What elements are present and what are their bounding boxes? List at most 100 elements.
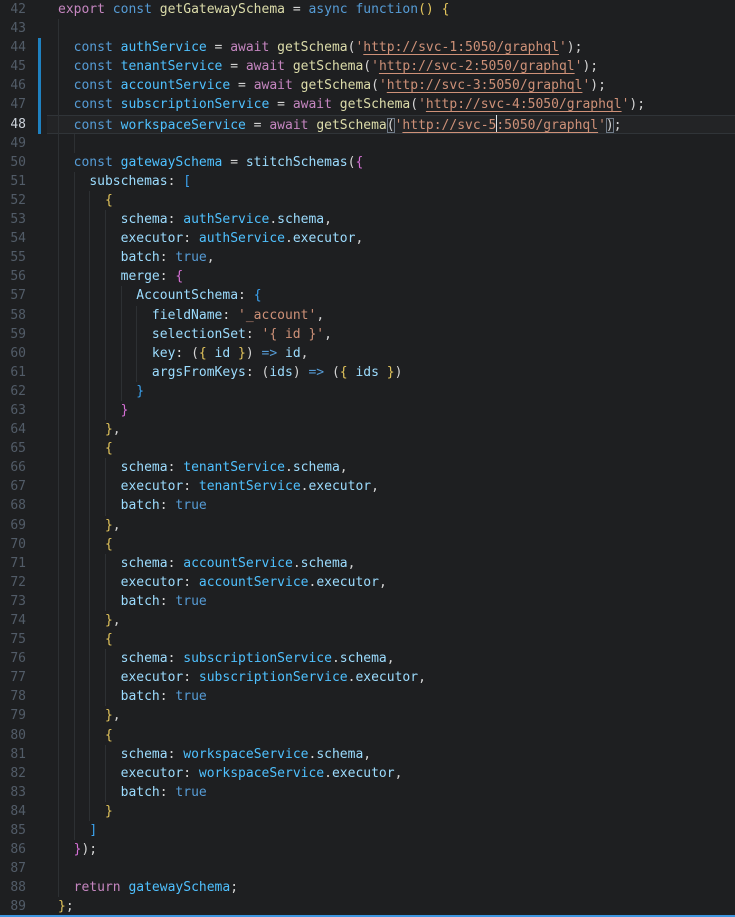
code-line[interactable]: 59 selectionSet: '{ id }',	[0, 325, 735, 344]
code-line[interactable]: 43	[0, 19, 735, 38]
code-line[interactable]: 53 schema: authService.schema,	[0, 210, 735, 229]
gutter[interactable]: 53	[0, 210, 47, 229]
gutter[interactable]: 66	[0, 458, 47, 477]
gutter[interactable]: 47	[0, 95, 47, 114]
line-number[interactable]: 82	[0, 764, 26, 783]
gutter[interactable]: 86	[0, 840, 47, 859]
line-number[interactable]: 51	[0, 172, 26, 191]
gutter[interactable]: 84	[0, 802, 47, 821]
line-number[interactable]: 53	[0, 210, 26, 229]
gutter[interactable]: 60	[0, 344, 47, 363]
code-line[interactable]: 46 const accountService = await getSchem…	[0, 76, 735, 95]
gutter[interactable]: 54	[0, 229, 47, 248]
gutter[interactable]: 85	[0, 821, 47, 840]
gutter[interactable]: 67	[0, 477, 47, 496]
line-number[interactable]: 76	[0, 649, 26, 668]
code-line[interactable]: 51 subschemas: [	[0, 172, 735, 191]
line-number[interactable]: 78	[0, 687, 26, 706]
line-number[interactable]: 67	[0, 477, 26, 496]
line-number[interactable]: 52	[0, 191, 26, 210]
code-line[interactable]: 81 schema: workspaceService.schema,	[0, 745, 735, 764]
code-line[interactable]: 82 executor: workspaceService.executor,	[0, 764, 735, 783]
gutter[interactable]: 44	[0, 38, 47, 57]
gutter[interactable]: 76	[0, 649, 47, 668]
code-line[interactable]: 58 fieldName: '_account',	[0, 306, 735, 325]
line-number[interactable]: 45	[0, 57, 26, 76]
gutter[interactable]: 81	[0, 745, 47, 764]
gutter[interactable]: 69	[0, 516, 47, 535]
code-line[interactable]: 72 executor: accountService.executor,	[0, 573, 735, 592]
line-number[interactable]: 73	[0, 592, 26, 611]
code-line[interactable]: 68 batch: true	[0, 496, 735, 515]
gutter[interactable]: 73	[0, 592, 47, 611]
code-line[interactable]: 73 batch: true	[0, 592, 735, 611]
gutter[interactable]: 68	[0, 496, 47, 515]
line-number[interactable]: 48	[0, 115, 26, 134]
code-line[interactable]: 49	[0, 134, 735, 153]
gutter[interactable]: 58	[0, 306, 47, 325]
gutter[interactable]: 56	[0, 267, 47, 286]
line-number[interactable]: 66	[0, 458, 26, 477]
code-line[interactable]: 79 },	[0, 706, 735, 725]
code-line[interactable]: 47 const subscriptionService = await get…	[0, 95, 735, 114]
code-line[interactable]: 67 executor: tenantService.executor,	[0, 477, 735, 496]
line-number[interactable]: 88	[0, 878, 26, 897]
code-line[interactable]: 45 const tenantService = await getSchema…	[0, 57, 735, 76]
line-number[interactable]: 74	[0, 611, 26, 630]
code-line[interactable]: 78 batch: true	[0, 687, 735, 706]
line-number[interactable]: 47	[0, 95, 26, 114]
code-line[interactable]: 70 {	[0, 535, 735, 554]
line-number[interactable]: 42	[0, 0, 26, 19]
code-line[interactable]: 83 batch: true	[0, 783, 735, 802]
gutter[interactable]: 46	[0, 76, 47, 95]
gutter[interactable]: 83	[0, 783, 47, 802]
code-line[interactable]: 56 merge: {	[0, 267, 735, 286]
gutter[interactable]: 57	[0, 286, 47, 305]
line-number[interactable]: 72	[0, 573, 26, 592]
line-number[interactable]: 77	[0, 668, 26, 687]
code-line[interactable]: 64 },	[0, 420, 735, 439]
code-line[interactable]: 55 batch: true,	[0, 248, 735, 267]
line-number[interactable]: 85	[0, 821, 26, 840]
line-number[interactable]: 58	[0, 306, 26, 325]
gutter[interactable]: 49	[0, 134, 47, 153]
gutter[interactable]: 89	[0, 897, 47, 916]
line-number[interactable]: 44	[0, 38, 26, 57]
gutter[interactable]: 61	[0, 363, 47, 382]
gutter[interactable]: 42	[0, 0, 47, 19]
line-number[interactable]: 60	[0, 344, 26, 363]
code-line[interactable]: 48 const workspaceService = await getSch…	[0, 115, 735, 134]
gutter[interactable]: 50	[0, 153, 47, 172]
line-number[interactable]: 64	[0, 420, 26, 439]
line-number[interactable]: 65	[0, 439, 26, 458]
line-number[interactable]: 50	[0, 153, 26, 172]
gutter[interactable]: 64	[0, 420, 47, 439]
line-number[interactable]: 49	[0, 134, 26, 153]
gutter[interactable]: 82	[0, 764, 47, 783]
gutter[interactable]: 70	[0, 535, 47, 554]
line-number[interactable]: 70	[0, 535, 26, 554]
gutter[interactable]: 87	[0, 859, 47, 878]
line-number[interactable]: 87	[0, 859, 26, 878]
gutter[interactable]: 43	[0, 19, 47, 38]
gutter[interactable]: 88	[0, 878, 47, 897]
gutter[interactable]: 79	[0, 706, 47, 725]
gutter[interactable]: 77	[0, 668, 47, 687]
code-line[interactable]: 84 }	[0, 802, 735, 821]
gutter[interactable]: 48	[0, 115, 47, 134]
line-number[interactable]: 80	[0, 726, 26, 745]
line-number[interactable]: 43	[0, 19, 26, 38]
code-line[interactable]: 74 },	[0, 611, 735, 630]
line-number[interactable]: 71	[0, 554, 26, 573]
gutter[interactable]: 78	[0, 687, 47, 706]
gutter[interactable]: 55	[0, 248, 47, 267]
code-line[interactable]: 42export const getGatewaySchema = async …	[0, 0, 735, 19]
gutter[interactable]: 62	[0, 382, 47, 401]
code-line[interactable]: 85 ]	[0, 821, 735, 840]
code-line[interactable]: 86 });	[0, 840, 735, 859]
url-link[interactable]: :5050/graphql	[496, 118, 598, 133]
gutter[interactable]: 71	[0, 554, 47, 573]
gutter[interactable]: 45	[0, 57, 47, 76]
url-link[interactable]: http://svc-1:5050/graphql	[363, 40, 559, 55]
gutter[interactable]: 72	[0, 573, 47, 592]
